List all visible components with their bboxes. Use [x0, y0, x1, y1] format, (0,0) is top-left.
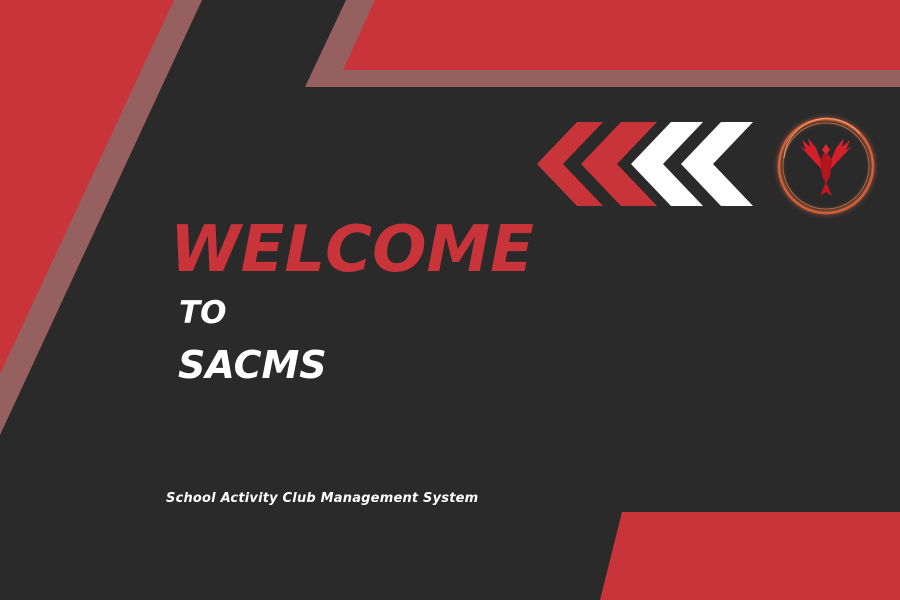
chevron-white-2: [681, 122, 753, 206]
welcome-screen: WELCOME TO SACMS School Activity Club Ma…: [0, 0, 900, 600]
welcome-heading: WELCOME: [170, 213, 534, 287]
background-shapes: [0, 0, 900, 600]
to-text: TO: [179, 295, 227, 331]
bottom-right-block: [600, 512, 900, 600]
double-chevron-left-icon: [537, 122, 753, 206]
top-band: [343, 0, 900, 70]
left-panel: [0, 0, 174, 374]
phoenix-logo: [772, 112, 880, 220]
brand-name: SACMS: [178, 343, 327, 387]
system-subtitle: School Activity Club Management System: [166, 491, 479, 506]
